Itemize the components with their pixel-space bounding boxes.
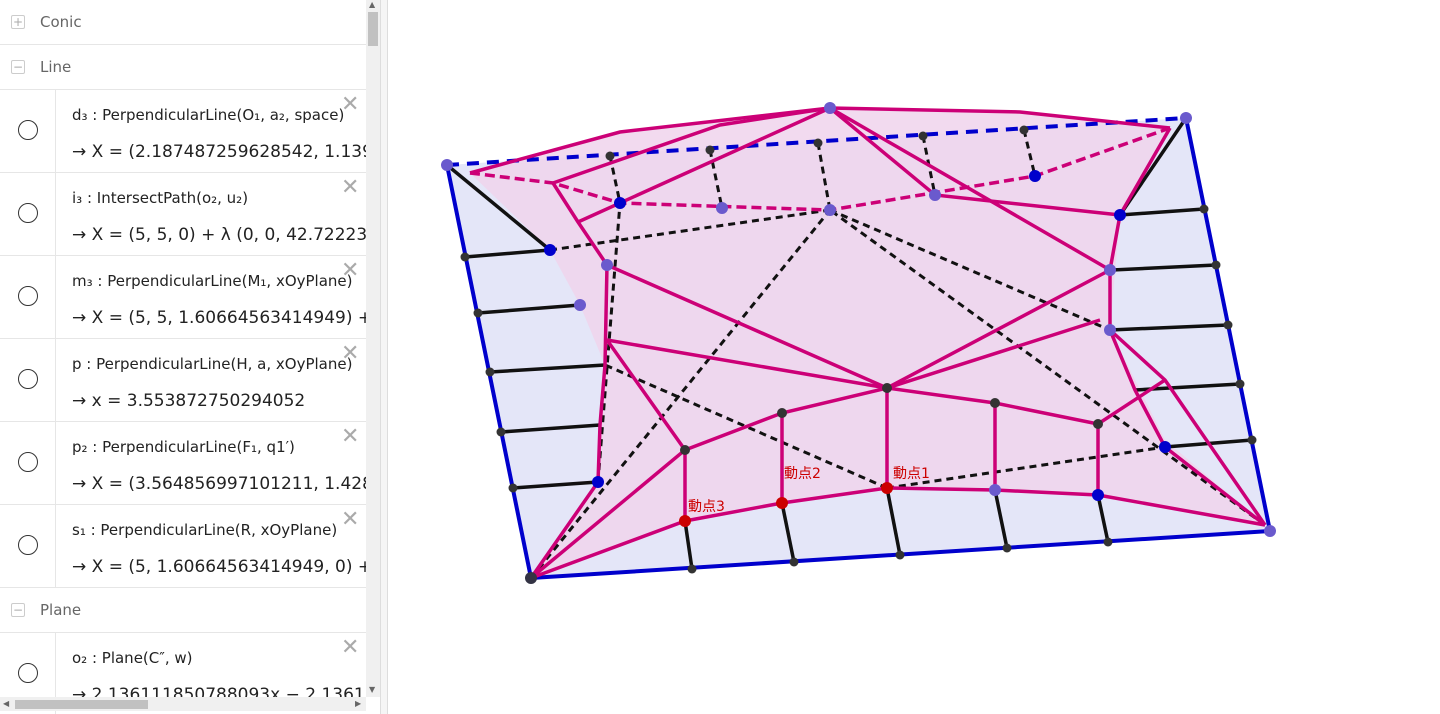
point xyxy=(1180,112,1192,124)
definition: d₃ : PerpendicularLine(O₁, a₂, space) xyxy=(72,106,345,124)
close-icon[interactable]: ✕ xyxy=(341,426,359,448)
scroll-up-icon[interactable]: ▲ xyxy=(369,0,375,9)
algebra-item-i3[interactable]: i₃ : IntersectPath(o₂, u₂) → X = (5, 5, 0… xyxy=(0,173,366,256)
visibility-toggle[interactable] xyxy=(18,203,38,223)
visibility-toggle[interactable] xyxy=(18,663,38,683)
moving-point-3 xyxy=(679,515,691,527)
point xyxy=(990,398,1000,408)
point xyxy=(680,445,690,455)
collapse-icon[interactable]: − xyxy=(11,603,25,617)
point xyxy=(441,159,453,171)
definition: p : PerpendicularLine(H, a, xOyPlane) xyxy=(72,355,353,373)
expand-icon[interactable]: + xyxy=(11,15,25,29)
close-icon[interactable]: ✕ xyxy=(341,509,359,531)
algebra-item-s1[interactable]: s₁ : PerpendicularLine(R, xOyPlane) → X =… xyxy=(0,505,366,588)
point xyxy=(1264,525,1276,537)
value: → X = (5, 5, 0) + λ (0, 0, 42.722237 xyxy=(72,225,366,245)
definition: o₂ : Plane(C″, w) xyxy=(72,649,193,667)
value: → X = (3.564856997101211, 1.42874 xyxy=(72,474,366,494)
close-icon[interactable]: ✕ xyxy=(341,637,359,659)
point xyxy=(716,202,728,214)
visibility-toggle[interactable] xyxy=(18,535,38,555)
group-label: Line xyxy=(40,58,72,76)
algebra-item-p2[interactable]: p₂ : PerpendicularLine(F₁, q1′) → X = (3.… xyxy=(0,422,366,505)
label-moving-point-1: 動点1 xyxy=(893,466,930,482)
close-icon[interactable]: ✕ xyxy=(341,343,359,365)
visibility-toggle[interactable] xyxy=(18,452,38,472)
visibility-toggle[interactable] xyxy=(18,369,38,389)
definition: p₂ : PerpendicularLine(F₁, q1′) xyxy=(72,438,295,456)
visibility-toggle[interactable] xyxy=(18,286,38,306)
point xyxy=(574,299,586,311)
label-moving-point-2: 動点2 xyxy=(784,466,821,482)
definition: i₃ : IntersectPath(o₂, u₂) xyxy=(72,189,249,207)
group-line[interactable]: − Line xyxy=(0,45,366,90)
close-icon[interactable]: ✕ xyxy=(341,94,359,116)
algebra-item-p[interactable]: p : PerpendicularLine(H, a, xOyPlane) → x… xyxy=(0,339,366,422)
point xyxy=(1104,264,1116,276)
definition: m₃ : PerpendicularLine(M₁, xOyPlane) xyxy=(72,272,353,290)
vertical-scroll-thumb[interactable] xyxy=(368,12,378,46)
point xyxy=(614,197,626,209)
definition: s₁ : PerpendicularLine(R, xOyPlane) xyxy=(72,521,338,539)
horizontal-scroll-thumb[interactable] xyxy=(15,700,148,709)
point xyxy=(1114,209,1126,221)
group-plane[interactable]: − Plane xyxy=(0,588,366,633)
algebra-view: + Conic − Line d₃ : PerpendicularLine(O₁, … xyxy=(0,0,380,714)
point xyxy=(882,383,892,393)
close-icon[interactable]: ✕ xyxy=(341,177,359,199)
point xyxy=(1029,170,1041,182)
label-moving-point-3: 動点3 xyxy=(688,499,725,515)
visibility-toggle[interactable] xyxy=(18,120,38,140)
panel-divider[interactable] xyxy=(380,0,388,714)
value: → X = (5, 5, 1.60664563414949) + λ xyxy=(72,308,366,328)
collapse-icon[interactable]: − xyxy=(11,60,25,74)
point xyxy=(601,259,613,271)
point xyxy=(824,102,836,114)
value: → X = (2.187487259628542, 1.13937 xyxy=(72,142,366,162)
moving-point-2 xyxy=(776,497,788,509)
point xyxy=(544,244,556,256)
algebra-item-d3[interactable]: d₃ : PerpendicularLine(O₁, a₂, space) → X… xyxy=(0,90,366,173)
point xyxy=(989,484,1001,496)
point xyxy=(824,204,836,216)
point xyxy=(1092,489,1104,501)
group-conic[interactable]: + Conic xyxy=(0,0,366,45)
point xyxy=(1159,441,1171,453)
scroll-down-icon[interactable]: ▼ xyxy=(369,685,375,694)
scroll-right-icon[interactable]: ▶ xyxy=(355,699,361,708)
point xyxy=(929,189,941,201)
group-label: Plane xyxy=(40,601,82,619)
algebra-item-m3[interactable]: m₃ : PerpendicularLine(M₁, xOyPlane) → X … xyxy=(0,256,366,339)
vertical-scrollbar[interactable] xyxy=(366,0,380,697)
point xyxy=(1093,419,1103,429)
moving-point-1 xyxy=(881,482,893,494)
value: → X = (5, 1.60664563414949, 0) + λ xyxy=(72,557,366,577)
scroll-left-icon[interactable]: ◀ xyxy=(3,699,9,708)
point xyxy=(592,476,604,488)
value: → x = 3.553872750294052 xyxy=(72,391,306,411)
graphics-3d-view[interactable]: 動点1 動点2 動点3 xyxy=(389,0,1440,714)
point xyxy=(777,408,787,418)
point xyxy=(1104,324,1116,336)
close-icon[interactable]: ✕ xyxy=(341,260,359,282)
group-label: Conic xyxy=(40,13,82,31)
point xyxy=(525,572,537,584)
